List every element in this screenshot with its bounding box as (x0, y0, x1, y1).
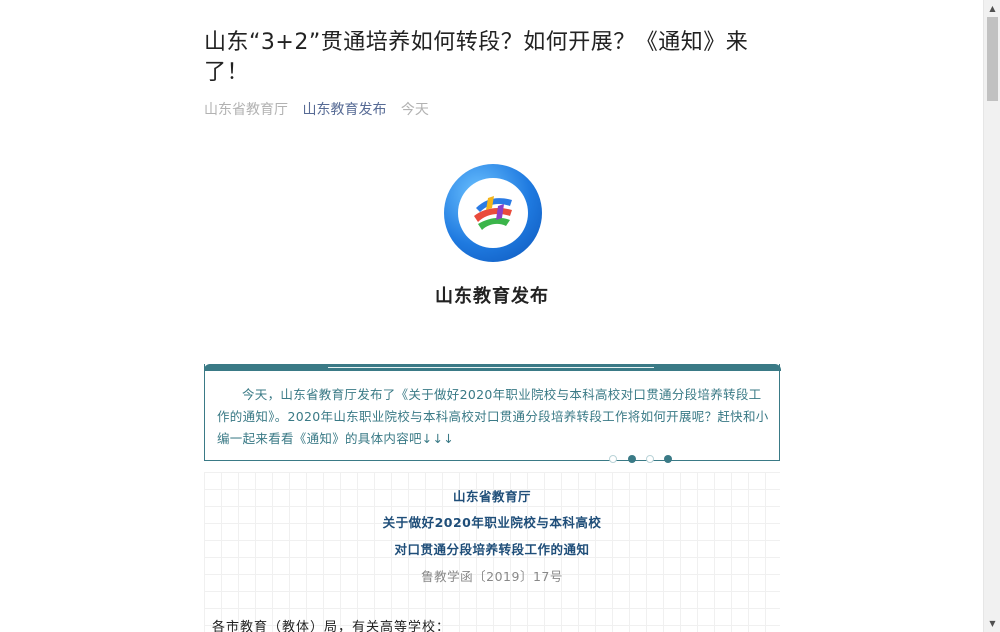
notice-title-line2: 对口贯通分段培养转段工作的通知 (394, 542, 590, 557)
notice-salutation: 各市教育（教体）局，有关高等学校： (212, 620, 451, 632)
scrollbar-thumb[interactable] (987, 17, 998, 101)
notice-doc-number: 鲁教学函〔2019〕17号 (421, 569, 563, 584)
article-title: 山东“3+2”贯通培养如何转段？如何开展？《通知》来了！ (204, 30, 749, 85)
logo-account-name: 山东教育发布 (435, 286, 549, 307)
vertical-scrollbar[interactable]: ▲ ▼ (983, 0, 1000, 632)
notice-issuer: 山东省教育厅 (452, 489, 531, 504)
dot-2 (628, 455, 636, 463)
dot-4 (664, 455, 672, 463)
notice-title-line1: 关于做好2020年职业院校与本科高校 (382, 515, 602, 530)
account-logo-block: 山东教育发布 (204, 160, 780, 320)
triangle-up-icon[interactable]: ▲ (984, 0, 1000, 17)
intro-box: 今天，山东省教育厅发布了《关于做好2020年职业院校与本科高校对口贯通分段培养转… (204, 364, 781, 463)
intro-dots (609, 455, 673, 465)
article-meta: 山东省教育厅 山东教育发布 今天 (204, 100, 439, 120)
meta-date: 今天 (400, 102, 429, 118)
dot-1 (609, 455, 617, 463)
intro-text: 今天，山东省教育厅发布了《关于做好2020年职业院校与本科高校对口贯通分段培养转… (217, 387, 769, 446)
intro-top-bar (204, 364, 781, 371)
logo-ribbon-icon (474, 196, 512, 230)
meta-account-link[interactable]: 山东教育发布 (302, 102, 386, 118)
triangle-down-icon[interactable]: ▼ (984, 615, 1000, 632)
logo-inner-circle (458, 178, 528, 248)
dot-3 (646, 455, 654, 463)
intro-top-line (328, 367, 654, 368)
shandong-education-logo-icon (444, 164, 542, 262)
notice-block: 山东省教育厅 关于做好2020年职业院校与本科高校 对口贯通分段培养转段工作的通… (204, 472, 780, 632)
meta-org: 山东省教育厅 (204, 102, 288, 118)
